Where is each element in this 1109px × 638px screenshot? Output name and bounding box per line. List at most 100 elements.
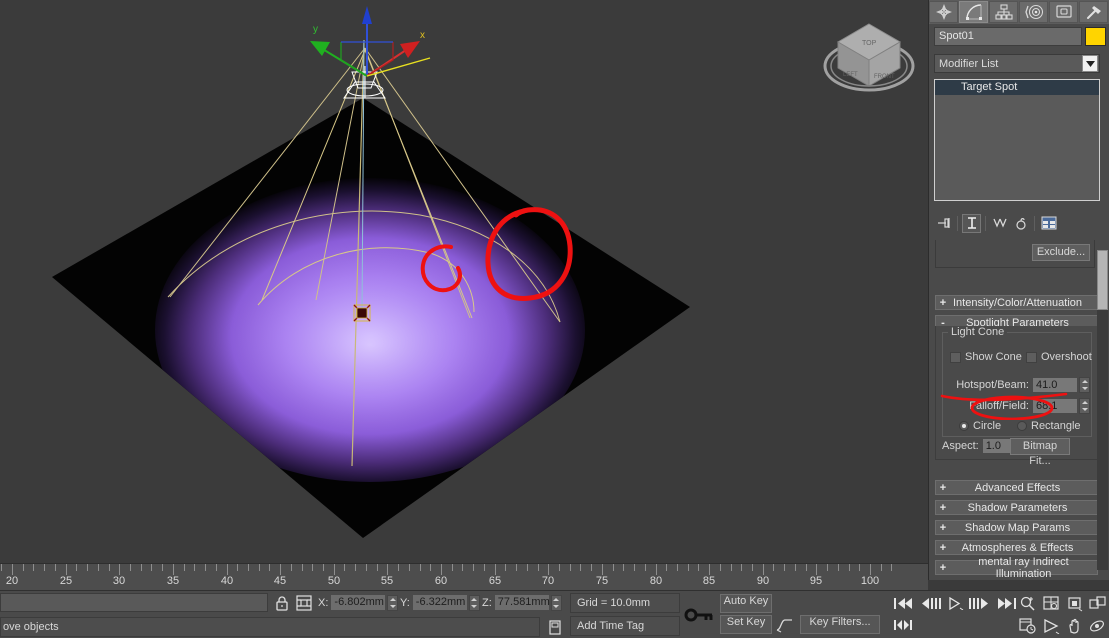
timeline-tick (634, 564, 635, 571)
set-key-button[interactable]: Set Key (720, 615, 772, 634)
pan-view-button[interactable] (1063, 615, 1085, 636)
prompt-input-field[interactable] (0, 593, 268, 612)
timeline-tick (291, 564, 292, 571)
hierarchy-nodes-icon (995, 3, 1013, 21)
timeline-tick-label: 90 (757, 575, 769, 587)
time-config-button[interactable] (1016, 615, 1038, 636)
falloff-value-field[interactable]: 68.1 (1032, 398, 1078, 414)
modifier-list-dropdown[interactable]: Modifier List (934, 54, 1100, 73)
key-toggle-button[interactable] (890, 615, 916, 634)
coord-z-field[interactable]: 77.581mm (494, 594, 550, 611)
rollout-shadow-map-params[interactable]: + Shadow Map Params (935, 520, 1098, 535)
field-of-view-button[interactable] (1040, 615, 1062, 636)
timeline-tick (580, 564, 581, 571)
coord-x-field[interactable]: -6.802mm (330, 594, 386, 611)
command-panel-scrollbar[interactable] (1097, 250, 1108, 570)
timeline-tick (194, 564, 195, 571)
hierarchy-tab[interactable] (989, 1, 1018, 23)
coord-z-label: Z: (482, 597, 492, 609)
coord-x-spinner[interactable] (387, 595, 398, 611)
overshoot-checkbox[interactable] (1026, 352, 1037, 363)
timeline-tick (344, 564, 345, 571)
view-cube[interactable]: TOP LEFT FRONT (825, 24, 913, 90)
coord-y-field[interactable]: -6.322mm (412, 594, 468, 611)
falloff-field-row: Falloff/Field: 68.1 (945, 398, 1090, 414)
absolute-relative-toggle-icon[interactable] (294, 593, 314, 613)
zoom-all-button[interactable] (1086, 593, 1108, 614)
rollout-mental-ray-indirect-illumination[interactable]: + mental ray Indirect Illumination (935, 560, 1098, 575)
timeline-tick-label: 85 (703, 575, 715, 587)
coord-y-spinner[interactable] (469, 595, 480, 611)
shape-rectangle-radio-row[interactable]: Rectangle (1017, 420, 1081, 432)
chevron-down-icon[interactable] (1082, 55, 1098, 72)
remove-modifier-icon[interactable] (1011, 214, 1030, 233)
rollout-expand-sign: + (936, 562, 950, 574)
next-frame-button[interactable] (966, 594, 992, 613)
auto-key-button[interactable]: Auto Key (720, 594, 772, 613)
timeline-tick (151, 564, 152, 571)
exclude-button[interactable]: Exclude... (1032, 244, 1090, 261)
perspective-viewport[interactable]: y x TOP LEFT FRONT (0, 0, 928, 563)
add-time-tag-button[interactable]: Add Time Tag (570, 616, 680, 636)
previous-frame-button[interactable] (918, 594, 944, 613)
bitmap-fit-button[interactable]: Bitmap Fit... (1010, 438, 1070, 455)
display-tab[interactable] (1049, 1, 1078, 23)
orbit-button[interactable] (1086, 615, 1108, 636)
modifier-stack-list[interactable]: Target Spot (934, 79, 1100, 201)
create-tab[interactable] (929, 1, 958, 23)
lock-selection-icon[interactable] (272, 593, 292, 613)
goto-start-button[interactable] (890, 594, 916, 613)
key-mode-toggle-icon[interactable] (678, 595, 720, 635)
toolbar-divider (957, 216, 958, 231)
timeline-tick (741, 564, 742, 571)
circle-label: Circle (973, 420, 1001, 432)
timeline-tick (87, 564, 88, 571)
overshoot-checkbox-row[interactable]: Overshoot (1026, 351, 1092, 363)
timeline-tick (130, 564, 131, 571)
rollout-shadow-parameters[interactable]: + Shadow Parameters (935, 500, 1098, 515)
show-cone-label: Show Cone (965, 351, 1022, 363)
circle-radio[interactable] (959, 421, 969, 431)
make-unique-icon[interactable] (990, 214, 1009, 233)
rollout-atmospheres-effects[interactable]: + Atmospheres & Effects (935, 540, 1098, 555)
timeline-tick (462, 564, 463, 571)
key-filters-button[interactable]: Key Filters... (800, 615, 880, 634)
play-button[interactable] (944, 594, 968, 613)
motion-tab[interactable] (1019, 1, 1048, 23)
toolbar-divider (985, 216, 986, 231)
coord-y-label: Y: (400, 597, 410, 609)
timeline-tick (248, 564, 249, 571)
hotspot-spinner[interactable] (1079, 377, 1090, 393)
modifier-stack-item-target-spot[interactable]: Target Spot (935, 80, 1099, 95)
show-cone-checkbox-row[interactable]: Show Cone (950, 351, 1022, 363)
rollout-intensity-color-attenuation[interactable]: + Intensity/Color/Attenuation (935, 295, 1098, 310)
modify-tab[interactable] (959, 1, 988, 23)
show-end-result-icon[interactable] (962, 214, 981, 233)
timeline-tick (806, 564, 807, 571)
maxscript-mini-listener-icon[interactable] (545, 617, 565, 637)
shape-circle-radio-row[interactable]: Circle (959, 420, 1001, 432)
zoom-extents-button[interactable] (1040, 593, 1062, 614)
timeline-ruler[interactable]: 20253035404550556065707580859095100 (0, 563, 928, 590)
configure-modifier-sets-icon[interactable] (1039, 214, 1058, 233)
utilities-tab[interactable] (1079, 1, 1108, 23)
timeline-tick-label: 35 (167, 575, 179, 587)
falloff-spinner[interactable] (1079, 398, 1090, 414)
scrollbar-thumb[interactable] (1097, 250, 1108, 310)
object-name-field[interactable]: Spot01 (934, 27, 1082, 46)
set-key-filters-curve-icon[interactable] (772, 615, 798, 634)
timeline-tick (602, 564, 603, 575)
pin-stack-icon[interactable] (934, 214, 953, 233)
display-monitor-icon (1055, 3, 1073, 21)
timeline-tick (784, 564, 785, 571)
move-transform-gizmo[interactable]: y x (310, 6, 430, 76)
hotspot-value-field[interactable]: 41.0 (1032, 377, 1078, 393)
coord-z-spinner[interactable] (551, 595, 562, 611)
object-color-swatch[interactable] (1085, 27, 1106, 46)
spotlight-head-gizmo[interactable] (344, 66, 385, 98)
zoom-region-button[interactable] (1063, 593, 1085, 614)
zoom-button[interactable] (1016, 593, 1038, 614)
rollout-advanced-effects[interactable]: + Advanced Effects (935, 480, 1098, 495)
show-cone-checkbox[interactable] (950, 352, 961, 363)
rectangle-radio[interactable] (1017, 421, 1027, 431)
